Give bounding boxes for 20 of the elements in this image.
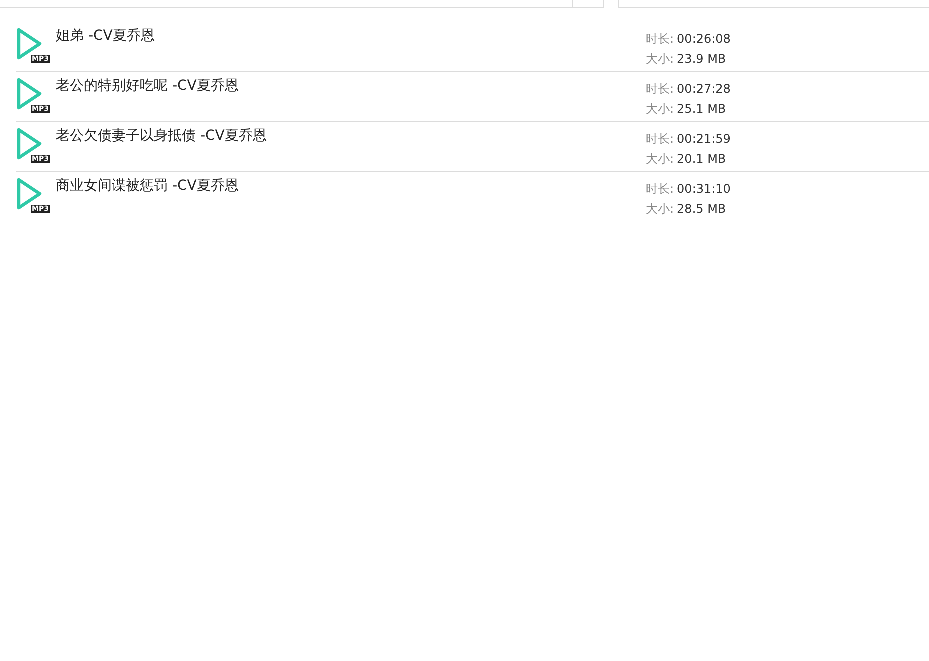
size-label: 大小: bbox=[646, 52, 674, 66]
size-label: 大小: bbox=[646, 202, 674, 216]
duration-value: 00:21:59 bbox=[677, 132, 731, 146]
file-title: 老公的特别好吃呢 -CV夏乔恩 bbox=[56, 77, 240, 96]
size-value: 28.5 MB bbox=[677, 202, 726, 216]
size-value: 20.1 MB bbox=[677, 152, 726, 166]
file-title: 老公欠债妻子以身抵债 -CV夏乔恩 bbox=[56, 127, 268, 146]
duration-label: 时长: bbox=[646, 182, 674, 196]
size-label: 大小: bbox=[646, 102, 674, 116]
duration-value: 00:26:08 bbox=[677, 32, 731, 46]
duration-label: 时长: bbox=[646, 132, 674, 146]
duration-value: 00:27:28 bbox=[677, 82, 731, 96]
size-label: 大小: bbox=[646, 152, 674, 166]
file-title: 商业女间谍被惩罚 -CV夏乔恩 bbox=[56, 177, 240, 196]
duration-value: 00:31:10 bbox=[677, 182, 731, 196]
duration-label: 时长: bbox=[646, 82, 674, 96]
size-value: 23.9 MB bbox=[677, 52, 726, 66]
size-value: 25.1 MB bbox=[677, 102, 726, 116]
file-title: 姐弟 -CV夏乔恩 bbox=[56, 27, 156, 46]
duration-label: 时长: bbox=[646, 32, 674, 46]
